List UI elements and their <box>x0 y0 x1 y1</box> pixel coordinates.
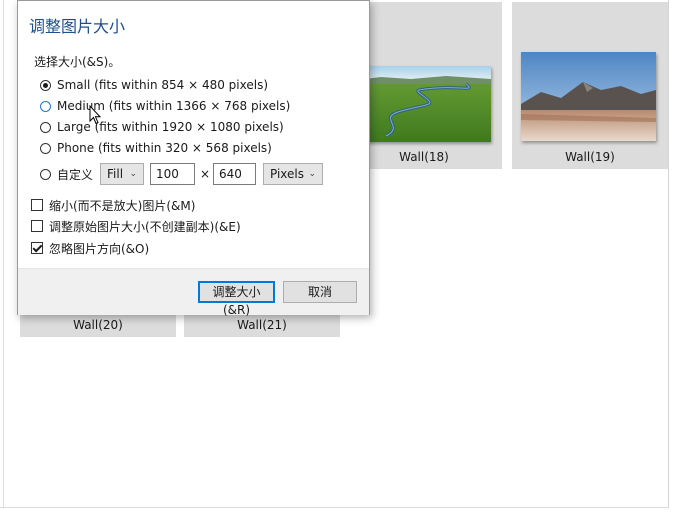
window-bottom-border <box>0 507 669 508</box>
fit-mode-value: Fill <box>107 167 124 181</box>
radio-button-icon[interactable] <box>40 79 51 91</box>
size-select-label: 选择大小(&S)。 <box>34 55 121 69</box>
radio-phone-label: Phone (fits within 320 × 568 pixels) <box>57 141 272 155</box>
tile-caption: Wall(21) <box>237 318 287 332</box>
thumbnail-image-river-meadow <box>356 66 491 142</box>
chevron-down-icon: ⌄ <box>129 169 137 179</box>
radio-button-icon[interactable] <box>40 100 51 112</box>
checkbox-resize-original[interactable]: 调整原始图片大小(不创建副本)(&E) <box>31 217 241 235</box>
checkbox-shrink-only-label: 缩小(而不是放大)图片(&M) <box>49 198 196 213</box>
custom-width-input[interactable]: 100 <box>150 163 195 185</box>
thumbnail-image-mountain-desert <box>521 52 656 141</box>
checkbox-ignore-orientation-label: 忽略图片方向(&O) <box>49 241 150 256</box>
dialog-footer: 调整大小(&R) 取消 <box>18 268 369 317</box>
thumbnail-tile-wall-21[interactable]: Wall(21) <box>184 313 340 337</box>
checkbox-ignore-orientation[interactable]: 忽略图片方向(&O) <box>31 239 149 257</box>
radio-custom-label: 自定义 <box>57 167 94 182</box>
cancel-button[interactable]: 取消 <box>283 281 357 303</box>
radio-button-icon[interactable] <box>40 142 51 154</box>
checkbox-shrink-only[interactable]: 缩小(而不是放大)图片(&M) <box>31 196 195 214</box>
checkbox-icon[interactable] <box>31 199 43 211</box>
resize-pictures-dialog: 调整图片大小 选择大小(&S)。 Small (fits within 854 … <box>17 0 370 317</box>
window-left-border <box>3 0 4 508</box>
radio-small-label: Small (fits within 854 × 480 pixels) <box>57 78 269 92</box>
checkbox-icon[interactable] <box>31 220 43 232</box>
unit-value: Pixels <box>270 167 305 181</box>
checkbox-resize-original-label: 调整原始图片大小(不创建副本)(&E) <box>49 219 241 234</box>
custom-height-input[interactable]: 640 <box>213 163 256 185</box>
radio-medium[interactable]: Medium (fits within 1366 × 768 pixels) <box>40 97 290 115</box>
radio-small[interactable]: Small (fits within 854 × 480 pixels) <box>40 76 268 94</box>
thumbnail-tile-wall-19[interactable]: Wall(19) <box>512 2 668 169</box>
fit-mode-dropdown[interactable]: Fill ⌄ <box>100 163 144 185</box>
radio-button-icon[interactable] <box>40 168 51 180</box>
chevron-down-icon: ⌄ <box>308 169 316 179</box>
radio-phone[interactable]: Phone (fits within 320 × 568 pixels) <box>40 139 272 157</box>
tile-caption: Wall(20) <box>73 318 123 332</box>
radio-button-icon[interactable] <box>40 121 51 133</box>
unit-dropdown[interactable]: Pixels ⌄ <box>263 163 323 185</box>
dialog-title: 调整图片大小 <box>29 17 126 36</box>
thumbnail-tile-wall-20[interactable]: Wall(20) <box>20 313 176 337</box>
radio-large[interactable]: Large (fits within 1920 × 1080 pixels) <box>40 118 284 136</box>
scrollbar-track[interactable] <box>668 0 669 508</box>
tile-caption: Wall(19) <box>565 150 615 164</box>
times-sign: × <box>200 167 211 181</box>
mouse-pointer-icon <box>89 105 101 125</box>
checkbox-icon[interactable] <box>31 242 43 254</box>
radio-custom[interactable]: 自定义 <box>40 165 93 183</box>
resize-button[interactable]: 调整大小(&R) <box>198 281 275 317</box>
